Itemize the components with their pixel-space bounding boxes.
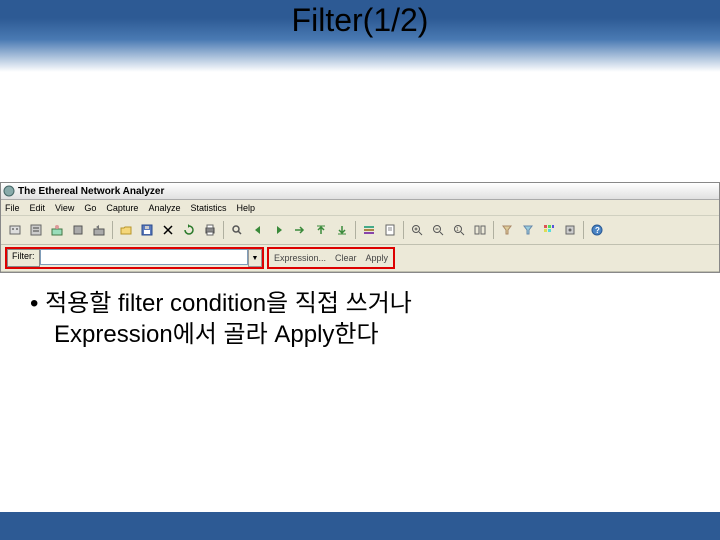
help-icon[interactable]: ?: [587, 220, 607, 240]
window-titlebar: The Ethereal Network Analyzer: [1, 183, 719, 200]
expression-button[interactable]: Expression...: [271, 252, 329, 264]
window-title: The Ethereal Network Analyzer: [18, 186, 164, 197]
preferences-icon[interactable]: [560, 220, 580, 240]
menu-help[interactable]: Help: [236, 203, 255, 213]
stop-capture-icon[interactable]: [68, 220, 88, 240]
slide-title-bar: Filter(1/2): [0, 0, 720, 72]
filter-highlight-left: Filter: ▼: [5, 247, 264, 269]
zoom-in-icon[interactable]: [407, 220, 427, 240]
filter-bar: Filter: ▼ Expression... Clear Apply: [1, 245, 719, 272]
slide-footer: [0, 512, 720, 540]
menu-view[interactable]: View: [55, 203, 74, 213]
options-icon[interactable]: [26, 220, 46, 240]
bullet-text: • 적용할 filter condition을 직접 쓰거나 Expressio…: [0, 273, 720, 350]
back-icon[interactable]: [248, 220, 268, 240]
colorize-icon[interactable]: [359, 220, 379, 240]
filter-highlight-right: Expression... Clear Apply: [267, 247, 395, 269]
resize-columns-icon[interactable]: [470, 220, 490, 240]
goto-icon[interactable]: [290, 220, 310, 240]
menu-capture[interactable]: Capture: [106, 203, 138, 213]
toolbar-separator: [223, 221, 224, 239]
close-icon[interactable]: [158, 220, 178, 240]
open-icon[interactable]: [116, 220, 136, 240]
toolbar-separator: [403, 221, 404, 239]
apply-button[interactable]: Apply: [363, 252, 392, 264]
bullet-line-1: • 적용할 filter condition을 직접 쓰거나: [30, 288, 690, 319]
zoom-out-icon[interactable]: [428, 220, 448, 240]
goto-bottom-icon[interactable]: [332, 220, 352, 240]
forward-icon[interactable]: [269, 220, 289, 240]
app-screenshot: The Ethereal Network Analyzer File Edit …: [0, 182, 720, 273]
find-icon[interactable]: [227, 220, 247, 240]
capture-filters-icon[interactable]: [497, 220, 517, 240]
menu-edit[interactable]: Edit: [30, 203, 46, 213]
blank-area: [0, 72, 720, 182]
start-capture-icon[interactable]: [47, 220, 67, 240]
autoscroll-icon[interactable]: [380, 220, 400, 240]
save-icon[interactable]: [137, 220, 157, 240]
bullet-line-2: Expression에서 골라 Apply한다: [54, 319, 690, 350]
reload-icon[interactable]: [179, 220, 199, 240]
print-icon[interactable]: [200, 220, 220, 240]
svg-text:1: 1: [456, 227, 459, 233]
menu-file[interactable]: File: [5, 203, 20, 213]
restart-capture-icon[interactable]: [89, 220, 109, 240]
filter-input[interactable]: [40, 249, 249, 265]
toolbar-separator: [355, 221, 356, 239]
display-filters-icon[interactable]: [518, 220, 538, 240]
toolbar-separator: [112, 221, 113, 239]
menu-analyze[interactable]: Analyze: [148, 203, 180, 213]
menu-go[interactable]: Go: [84, 203, 96, 213]
goto-top-icon[interactable]: [311, 220, 331, 240]
slide-title: Filter(1/2): [292, 2, 429, 39]
toolbar: 1 ?: [1, 216, 719, 245]
svg-text:?: ?: [595, 226, 600, 235]
toolbar-separator: [583, 221, 584, 239]
filter-label-button[interactable]: Filter:: [7, 249, 40, 267]
clear-button[interactable]: Clear: [332, 252, 360, 264]
app-icon: [3, 185, 15, 197]
dropdown-arrow-icon[interactable]: ▼: [248, 249, 262, 267]
toolbar-separator: [493, 221, 494, 239]
menu-statistics[interactable]: Statistics: [190, 203, 226, 213]
menu-bar: File Edit View Go Capture Analyze Statis…: [1, 200, 719, 216]
zoom-fit-icon[interactable]: 1: [449, 220, 469, 240]
interfaces-icon[interactable]: [5, 220, 25, 240]
coloring-rules-icon[interactable]: [539, 220, 559, 240]
